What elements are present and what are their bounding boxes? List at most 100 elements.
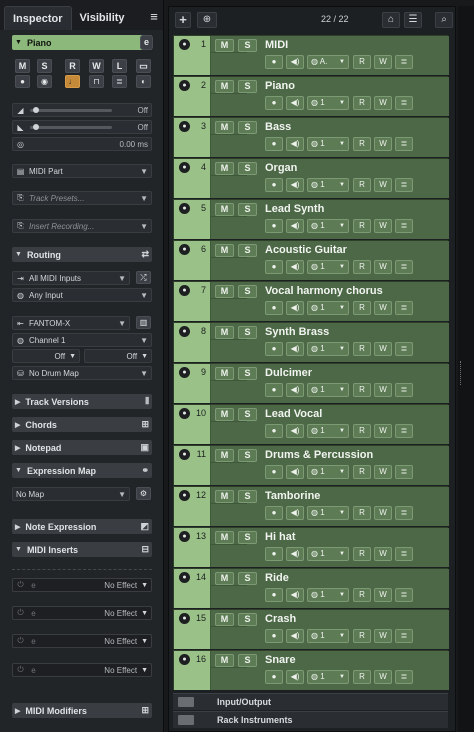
read-button[interactable]: R (353, 424, 371, 438)
edit-icon[interactable]: e (29, 581, 38, 590)
monitor-icon[interactable]: ● (265, 137, 283, 151)
speaker-icon[interactable]: ◀) (286, 506, 304, 520)
mute-button[interactable]: M (215, 654, 234, 667)
write-button[interactable]: W (374, 260, 392, 274)
track-row[interactable]: ● 3 M S Bass ● ◀) ◍ 1 ▼ R W ≣ (173, 117, 449, 157)
track-name[interactable]: Synth Brass (265, 326, 329, 338)
timebase-icon[interactable]: ◐ (136, 75, 151, 88)
speaker-icon[interactable]: ◀) (286, 424, 304, 438)
edit-instrument-button[interactable]: e (140, 35, 153, 50)
track-name[interactable]: Organ (265, 162, 297, 174)
vertical-scrollbar[interactable] (458, 6, 474, 732)
read-button[interactable]: R (65, 59, 80, 73)
list-icon[interactable]: ≣ (395, 383, 413, 397)
track-color-strip[interactable]: ● 10 (174, 405, 211, 444)
edit-icon[interactable]: e (29, 637, 38, 646)
track-row[interactable]: ● 13 M S Hi hat ● ◀) ◍ 1 ▼ R W ≣ (173, 527, 449, 567)
solo-button[interactable]: S (238, 326, 257, 339)
list-icon[interactable]: ≣ (395, 629, 413, 643)
solo-button[interactable]: S (238, 244, 257, 257)
track-row[interactable]: ● 11 M S Drums & Percussion ● ◀) ◍ 1 ▼ R W ≣ (173, 445, 449, 485)
midi-inserts-section[interactable]: ▼ MIDI Inserts ⊟ (12, 542, 152, 557)
list-icon[interactable]: ≣ (395, 506, 413, 520)
track-row[interactable]: ● 8 M S Synth Brass ● ◀) ◍ 1 ▼ R W ≣ (173, 322, 449, 362)
write-button[interactable]: W (374, 588, 392, 602)
speaker-icon[interactable]: ◀) (286, 670, 304, 684)
solo-button[interactable]: S (238, 367, 257, 380)
pan-slider[interactable] (30, 126, 112, 129)
home-icon[interactable]: ⌂ (382, 12, 400, 28)
lock-button[interactable]: L (112, 59, 127, 73)
monitor-icon[interactable]: ● (265, 465, 283, 479)
write-button[interactable]: W (374, 178, 392, 192)
note-expression-section[interactable]: ▶ Note Expression ◩ (12, 519, 152, 534)
notepad-section[interactable]: ▶ Notepad ▣ (12, 440, 152, 455)
record-enable-icon[interactable]: ● (179, 408, 190, 419)
speaker-icon[interactable]: ◀) (286, 178, 304, 192)
track-color-strip[interactable]: ● 11 (174, 446, 211, 485)
channel-select[interactable]: ◍ 1 ▼ (307, 506, 349, 520)
track-name-header[interactable]: ▼ Piano (12, 35, 152, 50)
write-button[interactable]: W (374, 670, 392, 684)
record-enable-icon[interactable]: ● (179, 80, 190, 91)
channel-select[interactable]: ◍ 1 ▼ (307, 424, 349, 438)
write-button[interactable]: W (374, 547, 392, 561)
track-color-strip[interactable]: ● 14 (174, 569, 211, 608)
list-icon[interactable]: ≣ (395, 547, 413, 561)
bank-select[interactable]: Off ▼ (12, 349, 80, 363)
speaker-icon[interactable]: ◀) (286, 465, 304, 479)
track-color-strip[interactable]: ● 8 (174, 323, 211, 362)
track-color-strip[interactable]: ● 16 (174, 651, 211, 690)
track-name[interactable]: Piano (265, 80, 295, 92)
monitor-icon[interactable]: ● (265, 301, 283, 315)
monitor-icon[interactable]: ● (265, 383, 283, 397)
channel-select[interactable]: ◍ 1 ▼ (307, 178, 349, 192)
mute-button[interactable]: M (215, 367, 234, 380)
edit-icon[interactable]: e (29, 666, 38, 675)
mute-button[interactable]: M (215, 408, 234, 421)
shuffle-icon[interactable]: ⤮ (136, 271, 151, 284)
channel-select[interactable]: ◍ 1 ▼ (307, 465, 349, 479)
list-icon[interactable]: ≣ (395, 342, 413, 356)
solo-button[interactable]: S (238, 80, 257, 93)
track-row[interactable]: ● 12 M S Tamborine ● ◀) ◍ 1 ▼ R W ≣ (173, 486, 449, 526)
list-icon[interactable]: ≣ (395, 260, 413, 274)
monitor-icon[interactable]: ● (265, 178, 283, 192)
write-button[interactable]: W (374, 137, 392, 151)
channel-select[interactable]: ◍ 1 ▼ (307, 629, 349, 643)
solo-button[interactable]: S (238, 121, 257, 134)
track-name[interactable]: Lead Vocal (265, 408, 322, 420)
record-enable-icon[interactable]: ● (179, 203, 190, 214)
track-name[interactable]: Vocal harmony chorus (265, 285, 383, 297)
list-icon[interactable]: ≣ (112, 75, 127, 88)
solo-button[interactable]: S (238, 613, 257, 626)
read-button[interactable]: R (353, 301, 371, 315)
monitor-icon[interactable]: ● (265, 506, 283, 520)
track-color-strip[interactable]: ● 6 (174, 241, 211, 280)
mute-button[interactable]: M (215, 244, 234, 257)
channel-select[interactable]: ◍ 1 ▼ (307, 670, 349, 684)
mute-button[interactable]: M (215, 121, 234, 134)
track-name[interactable]: Bass (265, 121, 291, 133)
mute-button[interactable]: M (15, 59, 30, 73)
channel-select[interactable]: ◍ 1 ▼ (307, 96, 349, 110)
speaker-icon[interactable]: ◀) (286, 588, 304, 602)
write-button[interactable]: W (374, 55, 392, 69)
track-name[interactable]: Acoustic Guitar (265, 244, 347, 256)
mute-button[interactable]: M (215, 531, 234, 544)
list-icon[interactable]: ≣ (395, 588, 413, 602)
read-button[interactable]: R (353, 178, 371, 192)
delay-row[interactable]: ◎ 0.00 ms (12, 137, 152, 151)
read-button[interactable]: R (353, 260, 371, 274)
volume-slider[interactable] (30, 109, 112, 112)
monitor-icon[interactable]: ● (265, 219, 283, 233)
read-button[interactable]: R (353, 506, 371, 520)
track-name[interactable]: Ride (265, 572, 289, 584)
track-row[interactable]: ● 1 M S MIDI ● ◀) ◍ A. ▼ R W ≣ (173, 35, 449, 75)
write-button[interactable]: W (374, 424, 392, 438)
monitor-icon[interactable]: ● (265, 588, 283, 602)
note-icon[interactable]: ♩ (65, 75, 80, 88)
folder-track[interactable]: Rack Instruments (173, 711, 448, 728)
track-color-strip[interactable]: ● 12 (174, 487, 211, 526)
speaker-icon[interactable]: ◀) (286, 547, 304, 561)
